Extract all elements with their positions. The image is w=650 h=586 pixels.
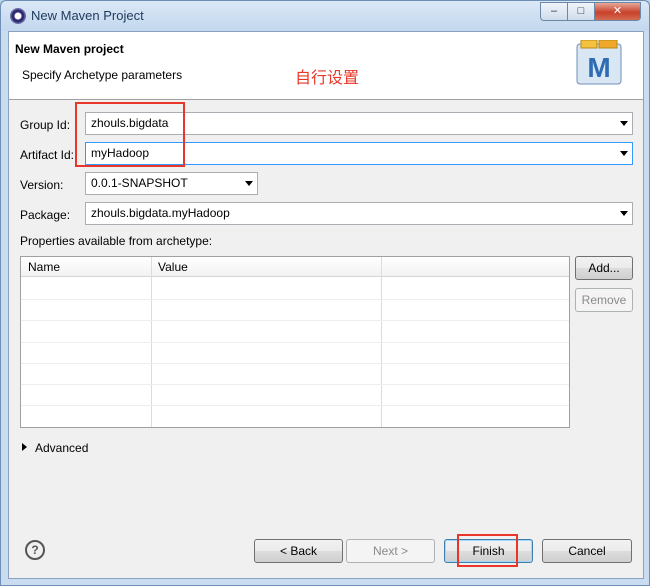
- eclipse-app-icon: [10, 8, 26, 24]
- help-icon[interactable]: ?: [25, 540, 45, 560]
- table-header: Name Value: [21, 257, 569, 277]
- chevron-down-icon[interactable]: [620, 121, 628, 126]
- annotation-text: 自行设置: [295, 68, 360, 87]
- cancel-button[interactable]: Cancel: [542, 539, 632, 563]
- package-combo[interactable]: zhouls.bigdata.myHadoop: [85, 202, 633, 225]
- table-row-line: [21, 320, 569, 321]
- group-id-label: Group Id:: [20, 118, 71, 132]
- wizard-header: New Maven project Specify Archetype para…: [9, 32, 643, 100]
- remove-property-button[interactable]: Remove: [575, 288, 633, 312]
- close-button[interactable]: ✕: [594, 2, 641, 21]
- maximize-button[interactable]: □: [567, 2, 595, 21]
- chevron-down-icon[interactable]: [620, 211, 628, 216]
- column-header-name[interactable]: Name: [28, 260, 60, 274]
- table-row-line: [21, 384, 569, 385]
- title-bar: New Maven Project – □ ✕: [1, 1, 649, 31]
- table-row-line: [21, 299, 569, 300]
- properties-table[interactable]: Name Value: [20, 256, 570, 428]
- next-button[interactable]: Next >: [346, 539, 435, 563]
- annotation-highlight-box: [75, 102, 185, 167]
- dialog-window: New Maven Project – □ ✕ New Maven projec…: [0, 0, 650, 586]
- table-row-line: [21, 363, 569, 364]
- version-value: 0.0.1-SNAPSHOT: [91, 176, 188, 190]
- chevron-down-icon[interactable]: [620, 151, 628, 156]
- minimize-button[interactable]: –: [540, 2, 568, 21]
- column-header-value[interactable]: Value: [158, 260, 188, 274]
- package-label: Package:: [20, 208, 71, 222]
- artifact-id-label: Artifact Id:: [20, 148, 75, 162]
- finish-highlight-box: [457, 534, 518, 567]
- dialog-body: New Maven project Specify Archetype para…: [8, 31, 644, 579]
- chevron-down-icon[interactable]: [245, 181, 253, 186]
- add-property-button[interactable]: Add...: [575, 256, 633, 280]
- version-combo[interactable]: 0.0.1-SNAPSHOT: [85, 172, 258, 195]
- advanced-toggle[interactable]: Advanced: [22, 441, 88, 455]
- maven-icon-letter: M: [587, 52, 610, 83]
- back-button[interactable]: < Back: [254, 539, 343, 563]
- table-row-line: [21, 342, 569, 343]
- expand-triangle-icon[interactable]: [22, 443, 27, 451]
- advanced-label: Advanced: [35, 441, 89, 455]
- package-value: zhouls.bigdata.myHadoop: [91, 206, 230, 220]
- table-row-line: [21, 405, 569, 406]
- properties-label: Properties available from archetype:: [20, 234, 213, 248]
- page-title: New Maven project: [15, 42, 124, 56]
- page-subtitle: Specify Archetype parameters: [22, 68, 183, 82]
- maven-m-icon: M: [576, 40, 622, 85]
- version-label: Version:: [20, 178, 64, 192]
- window-title: New Maven Project: [31, 8, 144, 23]
